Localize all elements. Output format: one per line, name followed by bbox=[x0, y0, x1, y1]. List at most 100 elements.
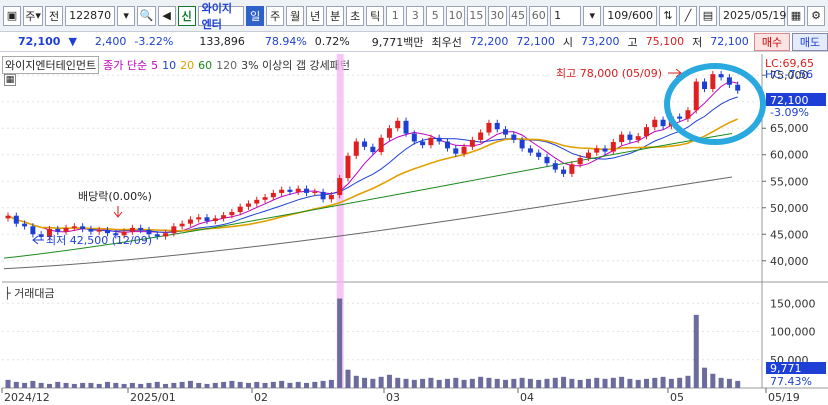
volume-bar bbox=[702, 367, 708, 388]
chart-type-icon[interactable]: ⇅ bbox=[659, 5, 677, 26]
volume-bar bbox=[652, 377, 658, 388]
speaker-icon[interactable]: ◀ bbox=[157, 5, 176, 26]
volume-bar bbox=[38, 382, 44, 388]
time-tick-label: 03 bbox=[386, 391, 400, 404]
candle-body bbox=[453, 148, 459, 154]
interval-input[interactable]: 1 bbox=[550, 5, 582, 26]
volume-bar bbox=[113, 382, 119, 388]
volume-bar bbox=[519, 377, 525, 388]
interval-10[interactable]: 10 bbox=[446, 5, 465, 26]
interval-5[interactable]: 5 bbox=[426, 5, 445, 26]
volume-bar bbox=[643, 378, 649, 388]
tab-tick[interactable]: 틱 bbox=[366, 5, 385, 26]
candle-body bbox=[221, 215, 227, 219]
time-tick-label: 05 bbox=[670, 391, 684, 404]
gap-highlight bbox=[336, 54, 344, 388]
candle-body bbox=[411, 133, 417, 142]
volume-bar bbox=[212, 382, 218, 388]
tab-second[interactable]: 초 bbox=[346, 5, 365, 26]
ma5-line bbox=[7, 80, 738, 233]
price-type-label: 종가 단순 bbox=[103, 59, 148, 72]
candle-body bbox=[146, 230, 152, 235]
volume: 133,896 bbox=[199, 35, 245, 48]
pattern-label: 3% 이상의 갭 강세패턴 bbox=[241, 59, 350, 72]
tab-minute[interactable]: 분 bbox=[326, 5, 345, 26]
buy-button[interactable]: 매수 bbox=[754, 33, 790, 51]
draw-icon[interactable]: ╱ bbox=[679, 5, 697, 26]
candle-body bbox=[643, 127, 649, 137]
volume-bar bbox=[179, 381, 185, 388]
save-icon[interactable]: ▤ bbox=[699, 5, 717, 26]
time-tick-label: 2024/12 bbox=[4, 391, 50, 404]
volume-bar bbox=[478, 376, 484, 388]
volume-bar bbox=[370, 378, 376, 388]
candle-body bbox=[187, 219, 193, 224]
search-icon[interactable]: 🔍 bbox=[137, 5, 156, 26]
tab-week[interactable]: 주 bbox=[266, 5, 285, 26]
candle-body bbox=[320, 191, 326, 200]
volume-bar bbox=[5, 379, 11, 388]
price-tick-label: 65,000 bbox=[770, 122, 809, 135]
volume-bar bbox=[527, 378, 533, 388]
volume-bar bbox=[46, 383, 52, 388]
volume-bar bbox=[561, 376, 567, 388]
candle-body bbox=[486, 122, 492, 133]
date-input[interactable]: 2025/05/19 bbox=[719, 5, 786, 26]
volume-bar bbox=[295, 381, 301, 388]
ma60-line bbox=[3, 133, 733, 259]
candle-body bbox=[304, 188, 310, 193]
change-rate: -3.22% bbox=[134, 35, 174, 48]
candle-body bbox=[594, 148, 600, 153]
tab-year[interactable]: 년 bbox=[306, 5, 325, 26]
layout-icon[interactable]: ▣ bbox=[3, 5, 21, 26]
volume-bar bbox=[660, 376, 666, 388]
volume-bar bbox=[262, 382, 268, 388]
candle-body bbox=[5, 215, 11, 219]
tab-month[interactable]: 월 bbox=[286, 5, 305, 26]
candle-body bbox=[627, 134, 633, 140]
price-tick-label: 55,000 bbox=[770, 175, 809, 188]
volume-bar bbox=[577, 379, 583, 388]
time-tick-label: 04 bbox=[520, 391, 534, 404]
dropdown-icon[interactable]: ▾ bbox=[117, 5, 136, 26]
volume-bar bbox=[204, 383, 210, 388]
volume-bar bbox=[337, 298, 343, 388]
candle-body bbox=[386, 128, 392, 138]
low-label: 저 bbox=[692, 35, 703, 49]
volume-bar bbox=[411, 379, 417, 388]
candle-body bbox=[121, 231, 127, 236]
candle-body bbox=[420, 141, 426, 146]
sell-button[interactable]: 매도 bbox=[792, 33, 828, 51]
candle-body bbox=[237, 206, 243, 213]
volume-bar bbox=[22, 382, 28, 388]
grid-toggle-icon[interactable]: ▦ bbox=[4, 74, 16, 86]
prev-button[interactable]: 전 bbox=[45, 5, 64, 26]
market-select[interactable]: 주 ▾ bbox=[23, 5, 44, 26]
candle-body bbox=[577, 157, 583, 165]
stock-code-input[interactable]: 122870 bbox=[65, 5, 116, 26]
volume-bar bbox=[129, 382, 135, 388]
ma-60-label: 60 bbox=[198, 58, 213, 72]
volume-bar bbox=[403, 378, 409, 388]
interval-45[interactable]: 45 bbox=[508, 5, 528, 26]
interval-60[interactable]: 60 bbox=[529, 5, 549, 26]
volume-bar bbox=[245, 382, 251, 388]
tab-day[interactable]: 일 bbox=[246, 5, 265, 26]
interval-3[interactable]: 3 bbox=[406, 5, 425, 26]
volume-bar bbox=[436, 379, 442, 388]
settings-icon[interactable]: ⚙ bbox=[807, 5, 825, 26]
volume-bar bbox=[287, 382, 293, 388]
volume-bar bbox=[610, 377, 616, 388]
current-rate-label: -3.09% bbox=[770, 106, 809, 119]
interval-dropdown-icon[interactable]: ▾ bbox=[583, 5, 602, 26]
stock-name-field[interactable]: 와이지엔터 bbox=[197, 2, 245, 31]
interval-15[interactable]: 15 bbox=[466, 5, 486, 26]
high-price: 75,100 bbox=[645, 35, 685, 48]
candle-body bbox=[13, 215, 19, 224]
chart-legend: 와이지엔터테인먼트 종가 단순 5 10 20 60 120 3% 이상의 갭 … bbox=[2, 56, 350, 74]
calendar-icon[interactable]: ▦ bbox=[787, 5, 805, 26]
volume-bar bbox=[602, 378, 608, 388]
interval-30[interactable]: 30 bbox=[487, 5, 507, 26]
interval-1[interactable]: 1 bbox=[386, 5, 405, 26]
candle-body bbox=[503, 129, 509, 135]
